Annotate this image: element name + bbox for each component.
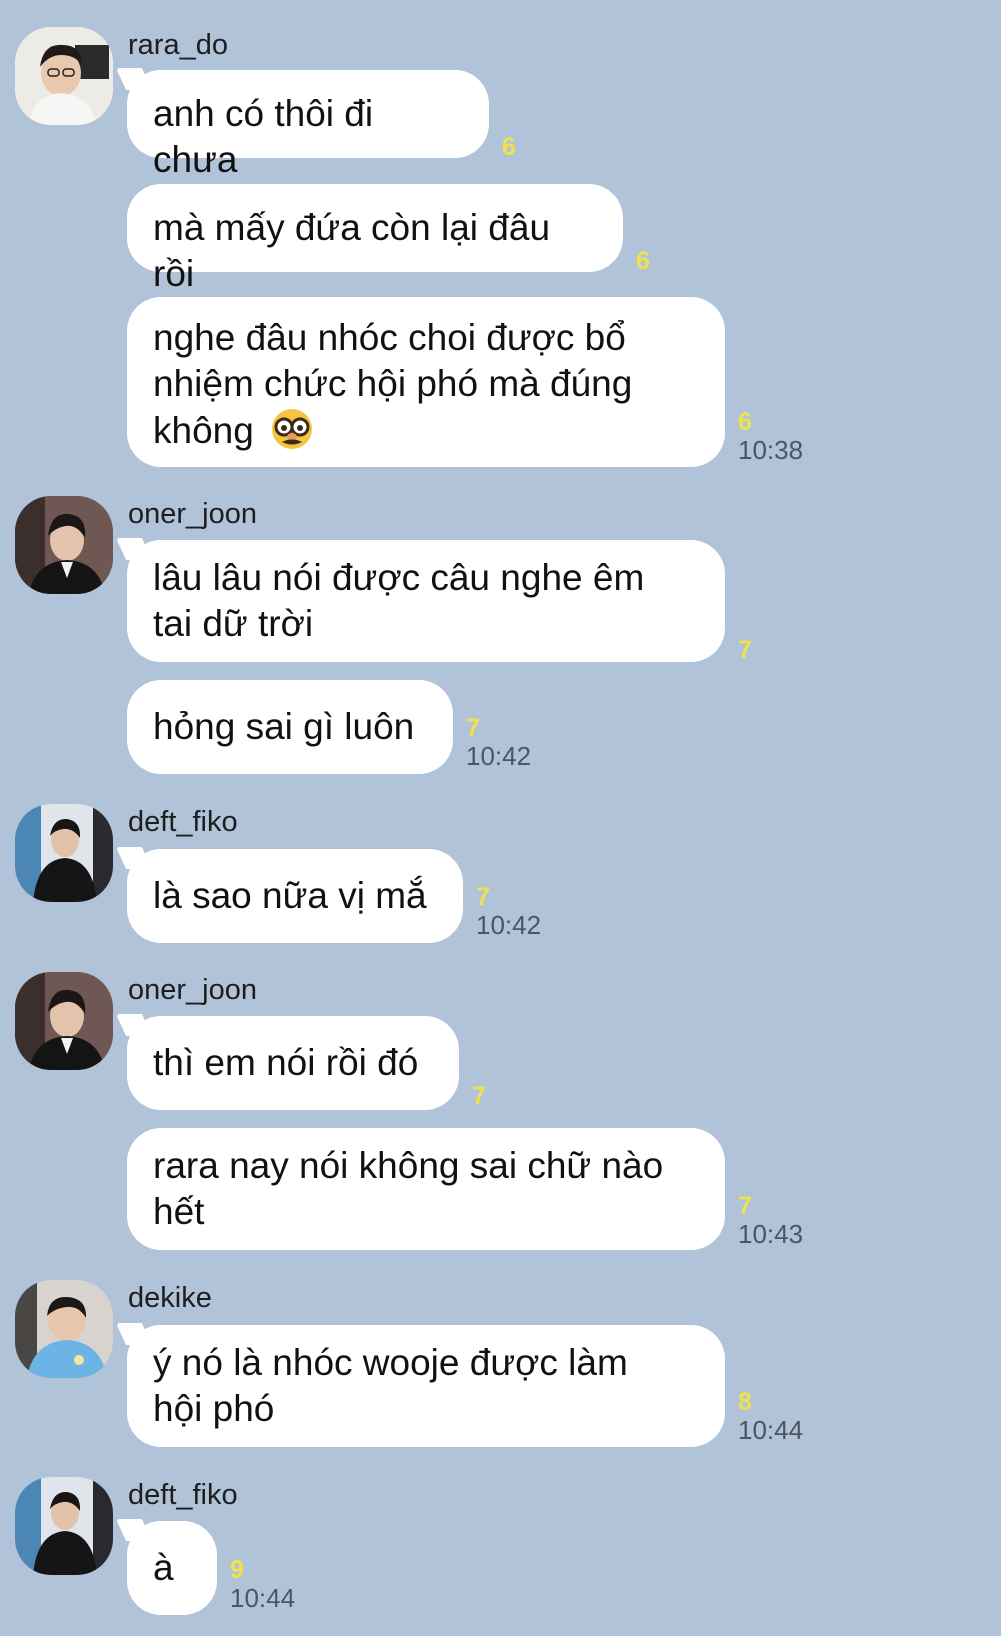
message-bubble[interactable]: anh có thôi đi chưa	[127, 70, 489, 180]
sender-name: oner_joon	[128, 974, 257, 1006]
timestamp: 10:42	[466, 741, 532, 771]
message-meta: 7 10:42	[476, 884, 541, 940]
message-meta: 6	[502, 134, 516, 160]
timestamp: 10:44	[230, 1583, 296, 1613]
unread-count: 6	[502, 133, 516, 161]
message-bubble[interactable]: hỏng sai gì luôn	[127, 680, 453, 774]
message-text: à	[153, 1547, 174, 1588]
timestamp: 10:42	[476, 910, 542, 940]
message-meta: 9 10:44	[230, 1557, 295, 1613]
message-bubble[interactable]: là sao nữa vị mắ	[127, 849, 463, 943]
disguised-face-emoji	[270, 407, 314, 462]
message-bubble[interactable]: ý nó là nhóc wooje được làm hội phó	[127, 1325, 725, 1447]
message-text: là sao nữa vị mắ	[153, 875, 427, 916]
unread-count: 7	[476, 883, 490, 911]
timestamp: 10:38	[738, 435, 804, 465]
unread-count: 8	[738, 1388, 752, 1416]
timestamp: 10:43	[738, 1219, 804, 1249]
rara-do-avatar[interactable]	[15, 27, 113, 125]
message-meta: 7 10:42	[466, 715, 531, 771]
message-meta: 6 10:38	[738, 409, 803, 465]
message-meta: 7	[472, 1083, 486, 1109]
unread-count: 6	[636, 247, 650, 275]
message-line: rara nay nói không sai chữ nào	[153, 1145, 664, 1186]
message-line: lâu lâu nói được câu nghe êm	[153, 557, 645, 598]
unread-count: 7	[472, 1082, 486, 1110]
message-line: nghe đâu nhóc choi được bổ	[153, 317, 626, 358]
message-line: hết	[153, 1191, 205, 1232]
unread-count: 9	[230, 1556, 244, 1584]
message-meta: 7 10:43	[738, 1193, 803, 1249]
sender-name: rara_do	[128, 29, 228, 61]
message-meta: 8 10:44	[738, 1389, 803, 1445]
message-bubble[interactable]: à	[127, 1521, 217, 1615]
message-meta: 7	[738, 637, 752, 663]
message-text: anh có thôi đi chưa	[153, 93, 374, 180]
oner-joon-avatar[interactable]	[15, 496, 113, 594]
message-bubble[interactable]: thì em nói rồi đó	[127, 1016, 459, 1110]
message-bubble[interactable]: lâu lâu nói được câu nghe êm tai dữ trời	[127, 540, 725, 662]
message-bubble[interactable]: mà mấy đứa còn lại đâu rồi	[127, 184, 623, 294]
message-line: hội phó	[153, 1388, 275, 1429]
deft-fiko-avatar[interactable]	[15, 1477, 113, 1575]
sender-name: oner_joon	[128, 498, 257, 530]
message-text: thì em nói rồi đó	[153, 1042, 419, 1083]
message-meta: 6	[636, 248, 650, 274]
message-text: mà mấy đứa còn lại đâu rồi	[153, 207, 551, 294]
unread-count: 6	[738, 408, 752, 436]
message-bubble[interactable]: rara nay nói không sai chữ nào hết	[127, 1128, 725, 1250]
message-line: nhiệm chức hội phó mà đúng	[153, 363, 633, 404]
sender-name: dekike	[128, 1282, 212, 1314]
sender-name: deft_fiko	[128, 806, 238, 838]
message-line: tai dữ trời	[153, 603, 314, 644]
sender-name: deft_fiko	[128, 1479, 238, 1511]
message-bubble[interactable]: nghe đâu nhóc choi được bổ nhiệm chức hộ…	[127, 297, 725, 467]
unread-count: 7	[466, 714, 480, 742]
message-line: không	[153, 410, 254, 451]
dekike-avatar[interactable]	[15, 1280, 113, 1378]
message-text: hỏng sai gì luôn	[153, 706, 415, 747]
timestamp: 10:44	[738, 1415, 804, 1445]
unread-count: 7	[738, 636, 752, 664]
oner-joon-avatar[interactable]	[15, 972, 113, 1070]
message-line: ý nó là nhóc wooje được làm	[153, 1342, 628, 1383]
unread-count: 7	[738, 1192, 752, 1220]
deft-fiko-avatar[interactable]	[15, 804, 113, 902]
